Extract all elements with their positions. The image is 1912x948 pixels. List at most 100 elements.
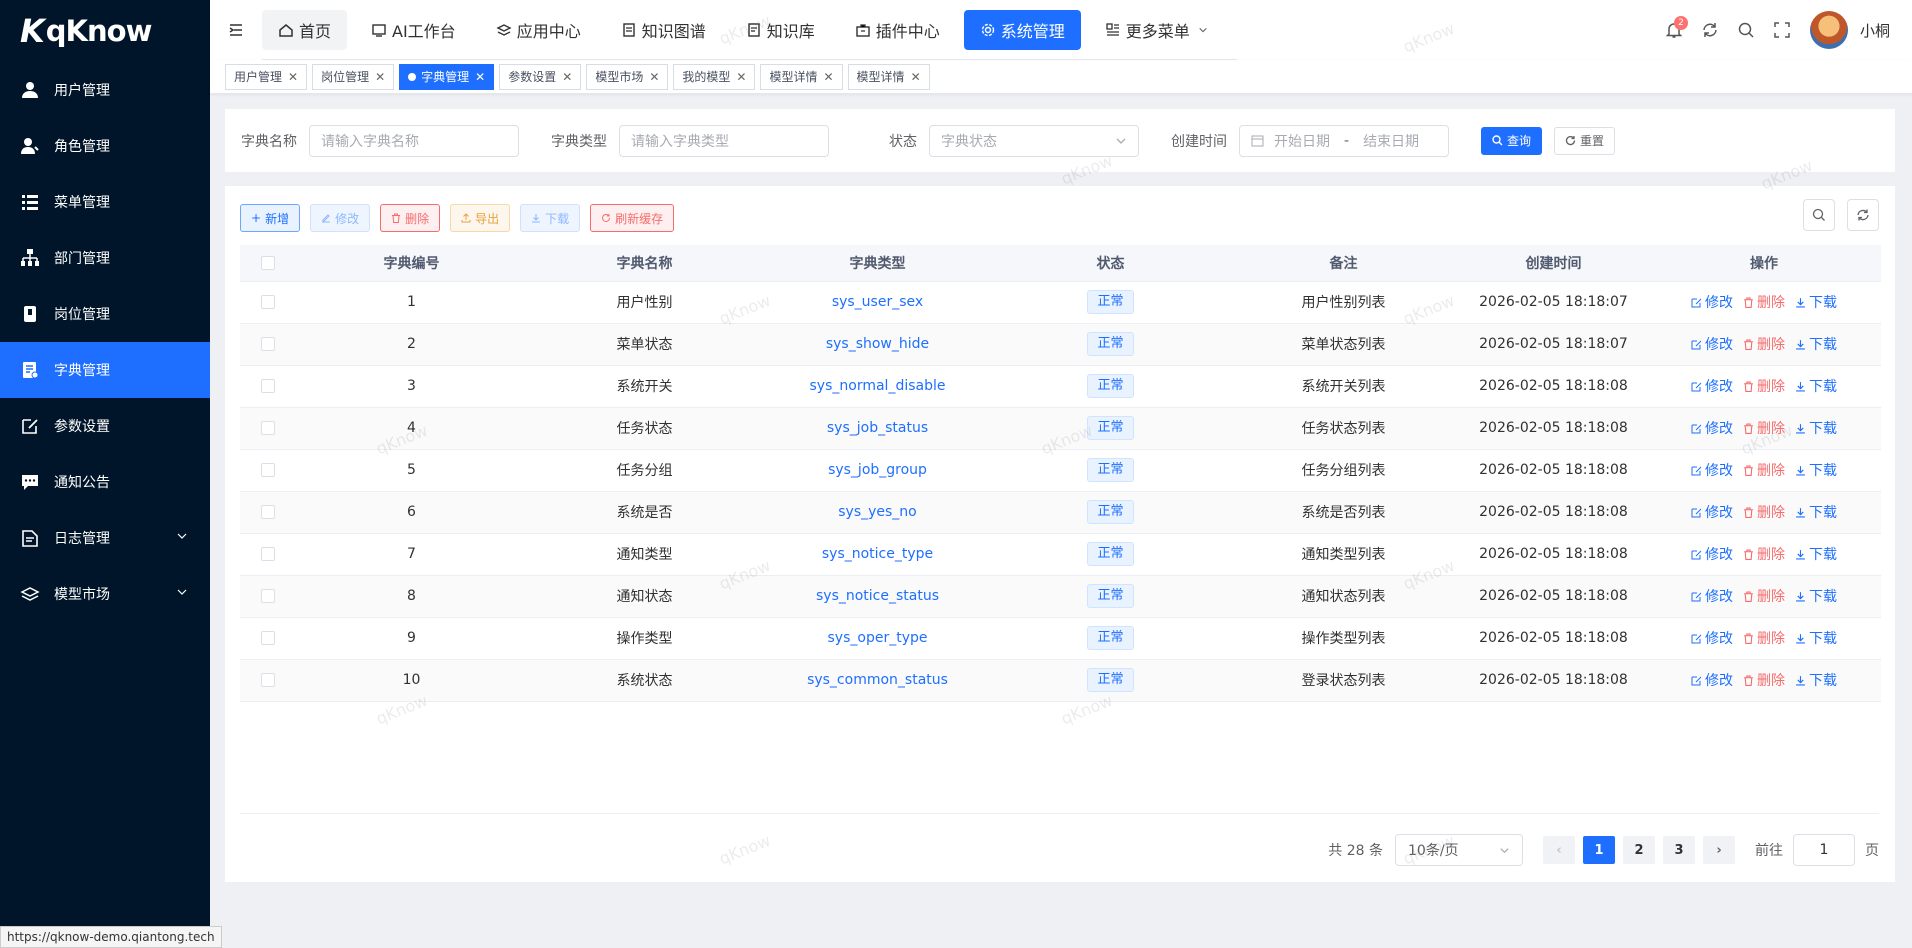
row-download-button[interactable]: 下载	[1795, 544, 1837, 564]
table-row[interactable]: 9 操作类型 sys_oper_type 正常 操作类型列表 2026-02-05 18:…	[240, 617, 1881, 660]
tab-6[interactable]: 模型详情 ✕	[760, 63, 843, 90]
refresh-table-button[interactable]	[1847, 199, 1879, 231]
query-button[interactable]: 查询	[1481, 126, 1543, 155]
prev-page-button[interactable]: ‹	[1543, 836, 1575, 864]
row-edit-button[interactable]: 修改	[1691, 586, 1733, 606]
row-edit-button[interactable]: 修改	[1691, 334, 1733, 354]
sidebar-item-5[interactable]: 字典管理	[0, 342, 210, 398]
row-download-button[interactable]: 下载	[1795, 292, 1837, 312]
nav-ai[interactable]: AI工作台	[355, 10, 472, 50]
row-edit-button[interactable]: 修改	[1691, 418, 1733, 438]
sidebar-item-2[interactable]: 菜单管理	[0, 174, 210, 230]
sidebar-item-7[interactable]: 通知公告	[0, 454, 210, 510]
tab-3[interactable]: 参数设置 ✕	[499, 63, 582, 90]
sidebar-item-1[interactable]: 角色管理	[0, 118, 210, 174]
dict-type-link[interactable]: sys_show_hide	[826, 336, 929, 352]
close-icon[interactable]: ✕	[823, 70, 833, 84]
row-delete-button[interactable]: 删除	[1743, 460, 1785, 480]
sidebar-toggle-icon[interactable]	[210, 22, 262, 38]
col-dict-type[interactable]: 字典类型	[761, 245, 994, 282]
row-delete-button[interactable]: 删除	[1743, 544, 1785, 564]
sidebar-item-3[interactable]: 部门管理	[0, 230, 210, 286]
goto-page-input[interactable]: 1	[1793, 834, 1855, 866]
close-icon[interactable]: ✕	[562, 70, 572, 84]
refresh-cache-button[interactable]: 刷新缓存	[590, 204, 675, 232]
row-delete-button[interactable]: 删除	[1743, 418, 1785, 438]
table-row[interactable]: 10 系统状态 sys_common_status 正常 登录状态列表 2026-02-0…	[240, 659, 1881, 702]
close-icon[interactable]: ✕	[649, 70, 659, 84]
nav-graph[interactable]: 知识图谱	[605, 10, 722, 50]
row-download-button[interactable]: 下载	[1795, 418, 1837, 438]
row-checkbox[interactable]	[260, 337, 275, 351]
row-edit-button[interactable]: 修改	[1691, 460, 1733, 480]
row-download-button[interactable]: 下载	[1795, 670, 1837, 690]
nav-gear[interactable]: 系统管理	[963, 9, 1081, 50]
close-icon[interactable]: ✕	[375, 70, 385, 84]
tab-1[interactable]: 岗位管理 ✕	[312, 63, 395, 90]
refresh-icon[interactable]	[1692, 12, 1728, 48]
nav-plugin[interactable]: 插件中心	[839, 10, 956, 50]
table-row[interactable]: 6 系统是否 sys_yes_no 正常 系统是否列表 2026-02-05 18:18:…	[240, 491, 1881, 534]
col-remark[interactable]: 备注	[1227, 245, 1460, 282]
row-download-button[interactable]: 下载	[1795, 334, 1837, 354]
row-download-button[interactable]: 下载	[1795, 586, 1837, 606]
dict-type-input[interactable]: 请输入字典类型	[619, 124, 829, 157]
sidebar-item-9[interactable]: 模型市场	[0, 566, 210, 622]
row-edit-button[interactable]: 修改	[1691, 670, 1733, 690]
tab-4[interactable]: 模型市场 ✕	[586, 63, 669, 90]
row-delete-button[interactable]: 删除	[1743, 334, 1785, 354]
row-edit-button[interactable]: 修改	[1691, 376, 1733, 396]
row-delete-button[interactable]: 删除	[1743, 628, 1785, 648]
sidebar-item-4[interactable]: 岗位管理	[0, 286, 210, 342]
avatar[interactable]	[1809, 11, 1848, 49]
row-checkbox[interactable]	[260, 379, 275, 393]
reset-button[interactable]: 重置	[1554, 126, 1616, 155]
tab-2[interactable]: 字典管理 ✕	[399, 63, 495, 90]
row-checkbox[interactable]	[260, 421, 275, 435]
row-checkbox[interactable]	[260, 505, 275, 519]
download-button[interactable]: 下载	[520, 204, 581, 232]
row-checkbox[interactable]	[260, 673, 275, 687]
dict-type-link[interactable]: sys_job_status	[827, 420, 928, 436]
row-edit-button[interactable]: 修改	[1691, 544, 1733, 564]
next-page-button[interactable]: ›	[1703, 836, 1735, 864]
username[interactable]: 小桐	[1860, 20, 1890, 41]
fullscreen-icon[interactable]	[1764, 12, 1800, 48]
page-button-1[interactable]: 1	[1583, 836, 1615, 864]
bell-icon[interactable]: 2	[1656, 12, 1692, 48]
page-size-select[interactable]: 10条/页	[1395, 834, 1523, 866]
close-icon[interactable]: ✕	[736, 70, 746, 84]
row-edit-button[interactable]: 修改	[1691, 292, 1733, 312]
row-download-button[interactable]: 下载	[1795, 376, 1837, 396]
tab-5[interactable]: 我的模型 ✕	[673, 63, 756, 90]
tab-7[interactable]: 模型详情 ✕	[847, 63, 930, 90]
row-checkbox[interactable]	[260, 589, 275, 603]
table-row[interactable]: 2 菜单状态 sys_show_hide 正常 菜单状态列表 2026-02-05 18:…	[240, 323, 1881, 366]
nav-home[interactable]: 首页	[262, 9, 348, 50]
dict-type-link[interactable]: sys_job_group	[828, 462, 927, 478]
row-delete-button[interactable]: 删除	[1743, 292, 1785, 312]
dict-type-link[interactable]: sys_normal_disable	[810, 378, 946, 394]
close-icon[interactable]: ✕	[475, 70, 485, 84]
row-delete-button[interactable]: 删除	[1743, 502, 1785, 522]
nav-more[interactable]: 更多菜单	[1089, 10, 1229, 50]
sidebar-item-8[interactable]: 日志管理	[0, 510, 210, 566]
table-row[interactable]: 4 任务状态 sys_job_status 正常 任务状态列表 2026-02-05 18…	[240, 407, 1881, 450]
dict-type-link[interactable]: sys_common_status	[807, 672, 948, 688]
row-delete-button[interactable]: 删除	[1743, 670, 1785, 690]
dict-type-link[interactable]: sys_yes_no	[838, 504, 917, 520]
app-logo[interactable]: K qKnow	[0, 0, 210, 62]
dict-type-link[interactable]: sys_notice_type	[822, 546, 933, 562]
sidebar-item-6[interactable]: 参数设置	[0, 398, 210, 454]
date-range-picker[interactable]: 开始日期 - 结束日期	[1239, 124, 1449, 157]
table-row[interactable]: 7 通知类型 sys_notice_type 正常 通知类型列表 2026-02-05 1…	[240, 533, 1881, 576]
row-checkbox[interactable]	[260, 631, 275, 645]
edit-button[interactable]: 修改	[310, 204, 371, 232]
search-icon[interactable]	[1728, 12, 1764, 48]
table-row[interactable]: 5 任务分组 sys_job_group 正常 任务分组列表 2026-02-05 18:…	[240, 449, 1881, 492]
add-button[interactable]: + 新增	[240, 204, 301, 232]
dict-type-link[interactable]: sys_user_sex	[832, 294, 923, 310]
row-checkbox[interactable]	[260, 547, 275, 561]
export-button[interactable]: 导出	[450, 204, 511, 232]
row-delete-button[interactable]: 删除	[1743, 586, 1785, 606]
